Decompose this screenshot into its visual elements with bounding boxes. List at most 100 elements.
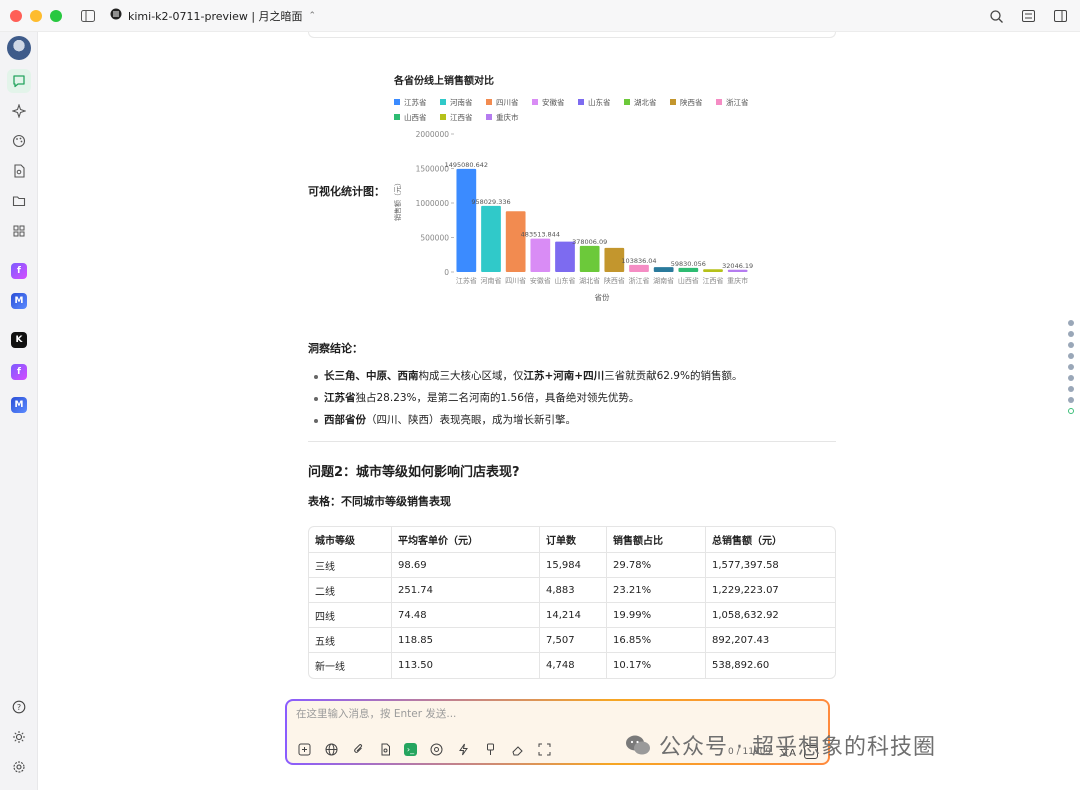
legend-swatch [670, 99, 676, 105]
table-cell: 23.21% [607, 578, 706, 603]
legend-swatch [394, 99, 400, 105]
legend-item: 重庆市 [496, 112, 519, 122]
insight-item: 西部省份（四川、陕西）表现亮眼，成为增长新引擎。 [312, 409, 842, 431]
table-cell: 98.69 [392, 553, 540, 578]
column-header: 城市等级 [309, 527, 392, 553]
chart-title: 各省份线上销售额对比 [393, 74, 494, 87]
maximize-window-button[interactable] [50, 9, 62, 22]
table-header-row: 城市等级 平均客单价（元） 订单数 销售额占比 总销售额（元） [309, 527, 835, 553]
table-cell: 新一线 [309, 653, 392, 678]
table-cell: 118.85 [392, 628, 540, 653]
attachment-icon[interactable] [350, 741, 366, 757]
nav-dot[interactable] [1068, 375, 1074, 381]
data-label: 378006.09 [572, 238, 607, 246]
right-panel-icon[interactable] [1052, 8, 1068, 24]
column-header: 销售额占比 [607, 527, 706, 553]
nav-dot[interactable] [1068, 342, 1074, 348]
bar [481, 205, 501, 272]
legend-swatch [532, 99, 538, 105]
message-navigator [1068, 320, 1074, 414]
nav-dot[interactable] [1068, 331, 1074, 337]
y-axis-label: 销售额（元） [393, 179, 402, 221]
avatar[interactable] [7, 36, 31, 60]
nav-dot[interactable] [1068, 320, 1074, 326]
insight-bold: 江苏+河南+四川 [523, 370, 605, 382]
palette-icon[interactable] [7, 129, 31, 153]
table-cell: 251.74 [392, 578, 540, 603]
legend-item: 四川省 [496, 97, 519, 107]
folder-icon[interactable] [7, 189, 31, 213]
table-cell: 7,507 [540, 628, 607, 653]
globe-icon[interactable] [323, 741, 339, 757]
grid-icon[interactable] [7, 219, 31, 243]
bar [530, 238, 551, 272]
bar [703, 269, 723, 272]
lightning-icon[interactable] [455, 741, 471, 757]
model-selector[interactable]: kimi-k2-0711-preview | 月之暗面 ⌃ [110, 8, 316, 24]
nav-dot[interactable] [1068, 364, 1074, 370]
document-search-icon[interactable] [377, 741, 393, 757]
app-shortcut-black[interactable]: K [11, 332, 27, 348]
legend-item: 浙江省 [726, 97, 749, 107]
close-window-button[interactable] [10, 9, 22, 22]
table-cell: 4,883 [540, 578, 607, 603]
table-cell: 1,229,223.07 [706, 578, 835, 603]
chart-svg: 各省份线上销售额对比江苏省河南省四川省安徽省山东省湖北省陕西省浙江省湖南省山西省… [393, 74, 753, 302]
brush-icon[interactable] [482, 741, 498, 757]
app-shortcut-purple-2[interactable]: f [11, 364, 27, 380]
legend-swatch [624, 99, 630, 105]
minimize-window-button[interactable] [30, 9, 42, 22]
legend-swatch [394, 114, 400, 120]
nav-dot-current[interactable] [1068, 408, 1074, 414]
theme-icon[interactable] [7, 725, 31, 749]
fullscreen-icon[interactable] [536, 741, 552, 757]
data-label: 32046.19 [722, 262, 753, 270]
app-shortcut-purple[interactable]: f [11, 263, 27, 279]
insight-bold: 长三角、中原、西南 [324, 370, 419, 382]
bar [678, 267, 699, 272]
file-search-icon[interactable] [7, 159, 31, 183]
question-title: 问题2：城市等级如何影响门店表现? [308, 465, 520, 480]
chevron-updown-icon: ⌃ [308, 10, 317, 21]
message-input[interactable] [296, 708, 816, 720]
x-tick-label: 安徽省 [530, 276, 551, 285]
chat-icon[interactable] [7, 69, 31, 93]
toggle-sidebar-icon[interactable] [80, 8, 96, 24]
table-cell: 1,058,632.92 [706, 603, 835, 628]
bar [505, 211, 526, 272]
terminal-icon[interactable]: ›_ [404, 742, 417, 756]
column-header: 订单数 [540, 527, 607, 553]
nav-dot[interactable] [1068, 386, 1074, 392]
legend-item: 陕西省 [680, 97, 703, 107]
legend-swatch [440, 99, 446, 105]
table-cell: 538,892.60 [712, 660, 770, 671]
insight-text: 构成三大核心区域，仅 [418, 370, 524, 382]
insight-title: 洞察结论： [308, 342, 363, 355]
insight-list: 长三角、中原、西南构成三大核心区域，仅江苏+河南+四川三省就贡献62.9%的销售… [312, 365, 842, 431]
new-topic-icon[interactable] [296, 741, 312, 757]
sidebar: f M K f M ? [0, 32, 38, 790]
mention-icon[interactable] [428, 741, 444, 757]
sparkle-icon[interactable] [7, 99, 31, 123]
legend-item: 江苏省 [404, 97, 427, 107]
table-row: 四线 74.48 14,214 19.99% 1,058,632.92 [309, 603, 835, 628]
data-label: 1495080.642 [445, 161, 488, 169]
nav-dot[interactable] [1068, 353, 1074, 359]
app-shortcut-blue[interactable]: M [11, 293, 27, 309]
bar [579, 245, 600, 272]
app-shortcut-blue-2[interactable]: M [11, 397, 27, 413]
table-cell: 10.17% [607, 653, 706, 678]
help-icon[interactable]: ? [7, 695, 31, 719]
eraser-icon[interactable] [509, 741, 525, 757]
x-tick-label: 河南省 [481, 276, 502, 285]
settings-icon[interactable] [7, 755, 31, 779]
viz-label: 可视化统计图： [308, 185, 385, 198]
bar-chart: 各省份线上销售额对比江苏省河南省四川省安徽省山东省湖北省陕西省浙江省湖南省山西省… [384, 64, 761, 316]
nav-dot[interactable] [1068, 397, 1074, 403]
legend-swatch [486, 114, 492, 120]
table-cell: 4,748 [540, 653, 607, 678]
data-label: 59830.056 [671, 260, 706, 268]
watermark-text: 公众号 · 超乎想象的科技圈 [659, 735, 936, 760]
expand-icon[interactable] [1020, 8, 1036, 24]
search-icon[interactable] [988, 8, 1004, 24]
